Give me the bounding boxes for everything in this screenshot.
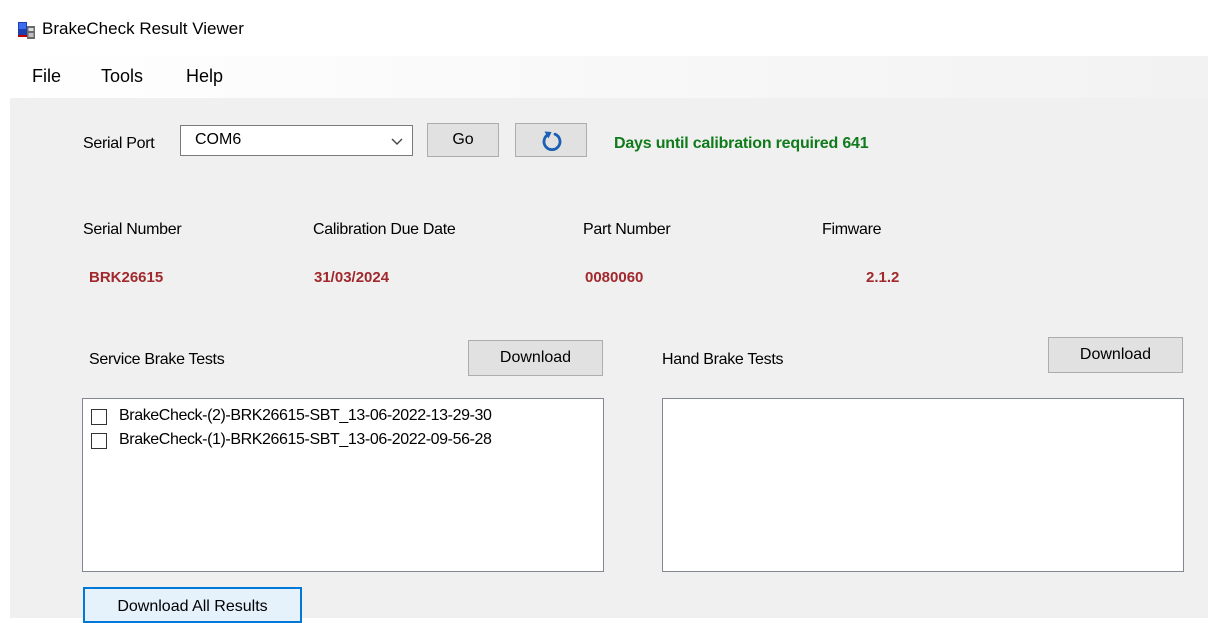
checkbox[interactable] bbox=[91, 433, 107, 449]
menu-tools[interactable]: Tools bbox=[101, 64, 143, 88]
calibration-due-label: Calibration Due Date bbox=[313, 221, 456, 238]
chevron-down-icon bbox=[391, 138, 403, 145]
refresh-icon bbox=[542, 131, 562, 151]
serial-port-value: COM6 bbox=[195, 131, 242, 148]
app-icon bbox=[18, 22, 35, 39]
test-file-name: BrakeCheck-(1)-BRK26615-SBT_13-06-2022-0… bbox=[119, 431, 492, 448]
serial-port-select[interactable]: COM6 bbox=[180, 125, 413, 156]
go-button[interactable]: Go bbox=[427, 123, 499, 157]
menu-file[interactable]: File bbox=[32, 64, 61, 88]
list-item[interactable]: BrakeCheck-(1)-BRK26615-SBT_13-06-2022-0… bbox=[91, 428, 595, 452]
firmware-value: 2.1.2 bbox=[866, 269, 900, 286]
download-service-button[interactable]: Download bbox=[468, 340, 603, 376]
title-bar: BrakeCheck Result Viewer bbox=[0, 0, 1208, 56]
service-brake-list[interactable]: BrakeCheck-(2)-BRK26615-SBT_13-06-2022-1… bbox=[82, 398, 604, 572]
checkbox[interactable] bbox=[91, 409, 107, 425]
hand-brake-list[interactable] bbox=[662, 398, 1184, 572]
part-number-label: Part Number bbox=[583, 221, 671, 238]
service-brake-label: Service Brake Tests bbox=[89, 351, 225, 368]
serial-port-label: Serial Port bbox=[83, 135, 155, 152]
list-item[interactable]: BrakeCheck-(2)-BRK26615-SBT_13-06-2022-1… bbox=[91, 404, 595, 428]
menu-help[interactable]: Help bbox=[186, 64, 223, 88]
calibration-status: Days until calibration required 641 bbox=[614, 135, 869, 152]
refresh-button[interactable] bbox=[515, 123, 587, 157]
menu-bar bbox=[0, 56, 1208, 98]
firmware-label: Fimware bbox=[822, 221, 882, 238]
part-number-value: 0080060 bbox=[585, 269, 644, 286]
serial-number-label: Serial Number bbox=[83, 221, 182, 238]
hand-brake-label: Hand Brake Tests bbox=[662, 351, 784, 368]
serial-number-value: BRK26615 bbox=[89, 269, 164, 286]
window-title: BrakeCheck Result Viewer bbox=[42, 19, 244, 38]
test-file-name: BrakeCheck-(2)-BRK26615-SBT_13-06-2022-1… bbox=[119, 407, 492, 424]
calibration-due-value: 31/03/2024 bbox=[314, 269, 390, 286]
download-hand-button[interactable]: Download bbox=[1048, 337, 1183, 373]
